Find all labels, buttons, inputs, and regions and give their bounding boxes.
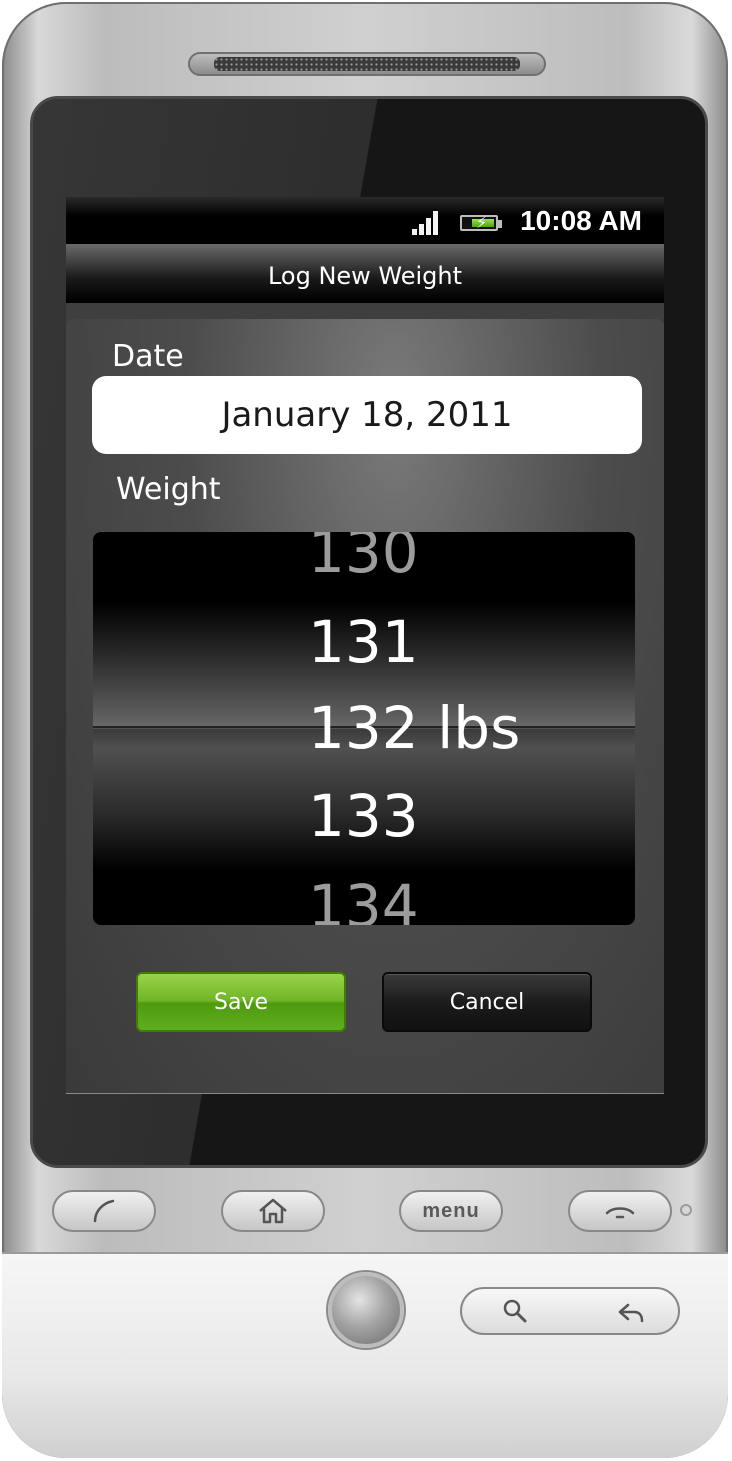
- phone-handset-icon: [93, 1199, 115, 1223]
- title-bar: Log New Weight: [66, 244, 664, 303]
- end-call-button[interactable]: [568, 1190, 672, 1232]
- weight-picker-wheel[interactable]: 130 131 132 lbs 133 134: [93, 532, 635, 925]
- earpiece-speaker: [188, 52, 546, 76]
- picker-item[interactable]: 130: [308, 532, 419, 586]
- status-time: 10:08 AM: [520, 205, 642, 236]
- battery-charging-icon: ⚡: [460, 213, 504, 235]
- end-call-icon: [605, 1207, 635, 1219]
- page-title: Log New Weight: [267, 262, 463, 290]
- weight-label: Weight: [116, 472, 221, 507]
- date-label: Date: [112, 339, 184, 374]
- picker-item-selected[interactable]: 132 lbs: [308, 694, 520, 762]
- signal-bars-icon: [412, 211, 442, 235]
- call-button[interactable]: [52, 1190, 156, 1232]
- search-back-rocker: [460, 1287, 680, 1335]
- menu-button[interactable]: menu: [399, 1190, 503, 1232]
- status-bar: ⚡ 10:08 AM: [66, 197, 664, 244]
- log-weight-dialog: Date January 18, 2011 Weight 130 131 132…: [66, 319, 664, 1094]
- trackball[interactable]: [328, 1272, 404, 1348]
- device-screen: ⚡ 10:08 AM Log New Weight Date January 1…: [66, 197, 664, 1094]
- date-field[interactable]: January 18, 2011: [92, 376, 642, 454]
- search-icon[interactable]: [502, 1298, 528, 1324]
- picker-item[interactable]: 134: [308, 872, 419, 925]
- save-button[interactable]: Save: [136, 972, 346, 1032]
- speaker-grille: [214, 57, 520, 71]
- menu-label: menu: [422, 1199, 480, 1222]
- cancel-button[interactable]: Cancel: [382, 972, 592, 1032]
- home-button[interactable]: [221, 1190, 325, 1232]
- back-icon[interactable]: [616, 1299, 646, 1325]
- power-icon: [680, 1204, 692, 1216]
- picker-item[interactable]: 131: [308, 608, 419, 676]
- home-icon: [259, 1198, 287, 1224]
- picker-item[interactable]: 133: [308, 782, 419, 850]
